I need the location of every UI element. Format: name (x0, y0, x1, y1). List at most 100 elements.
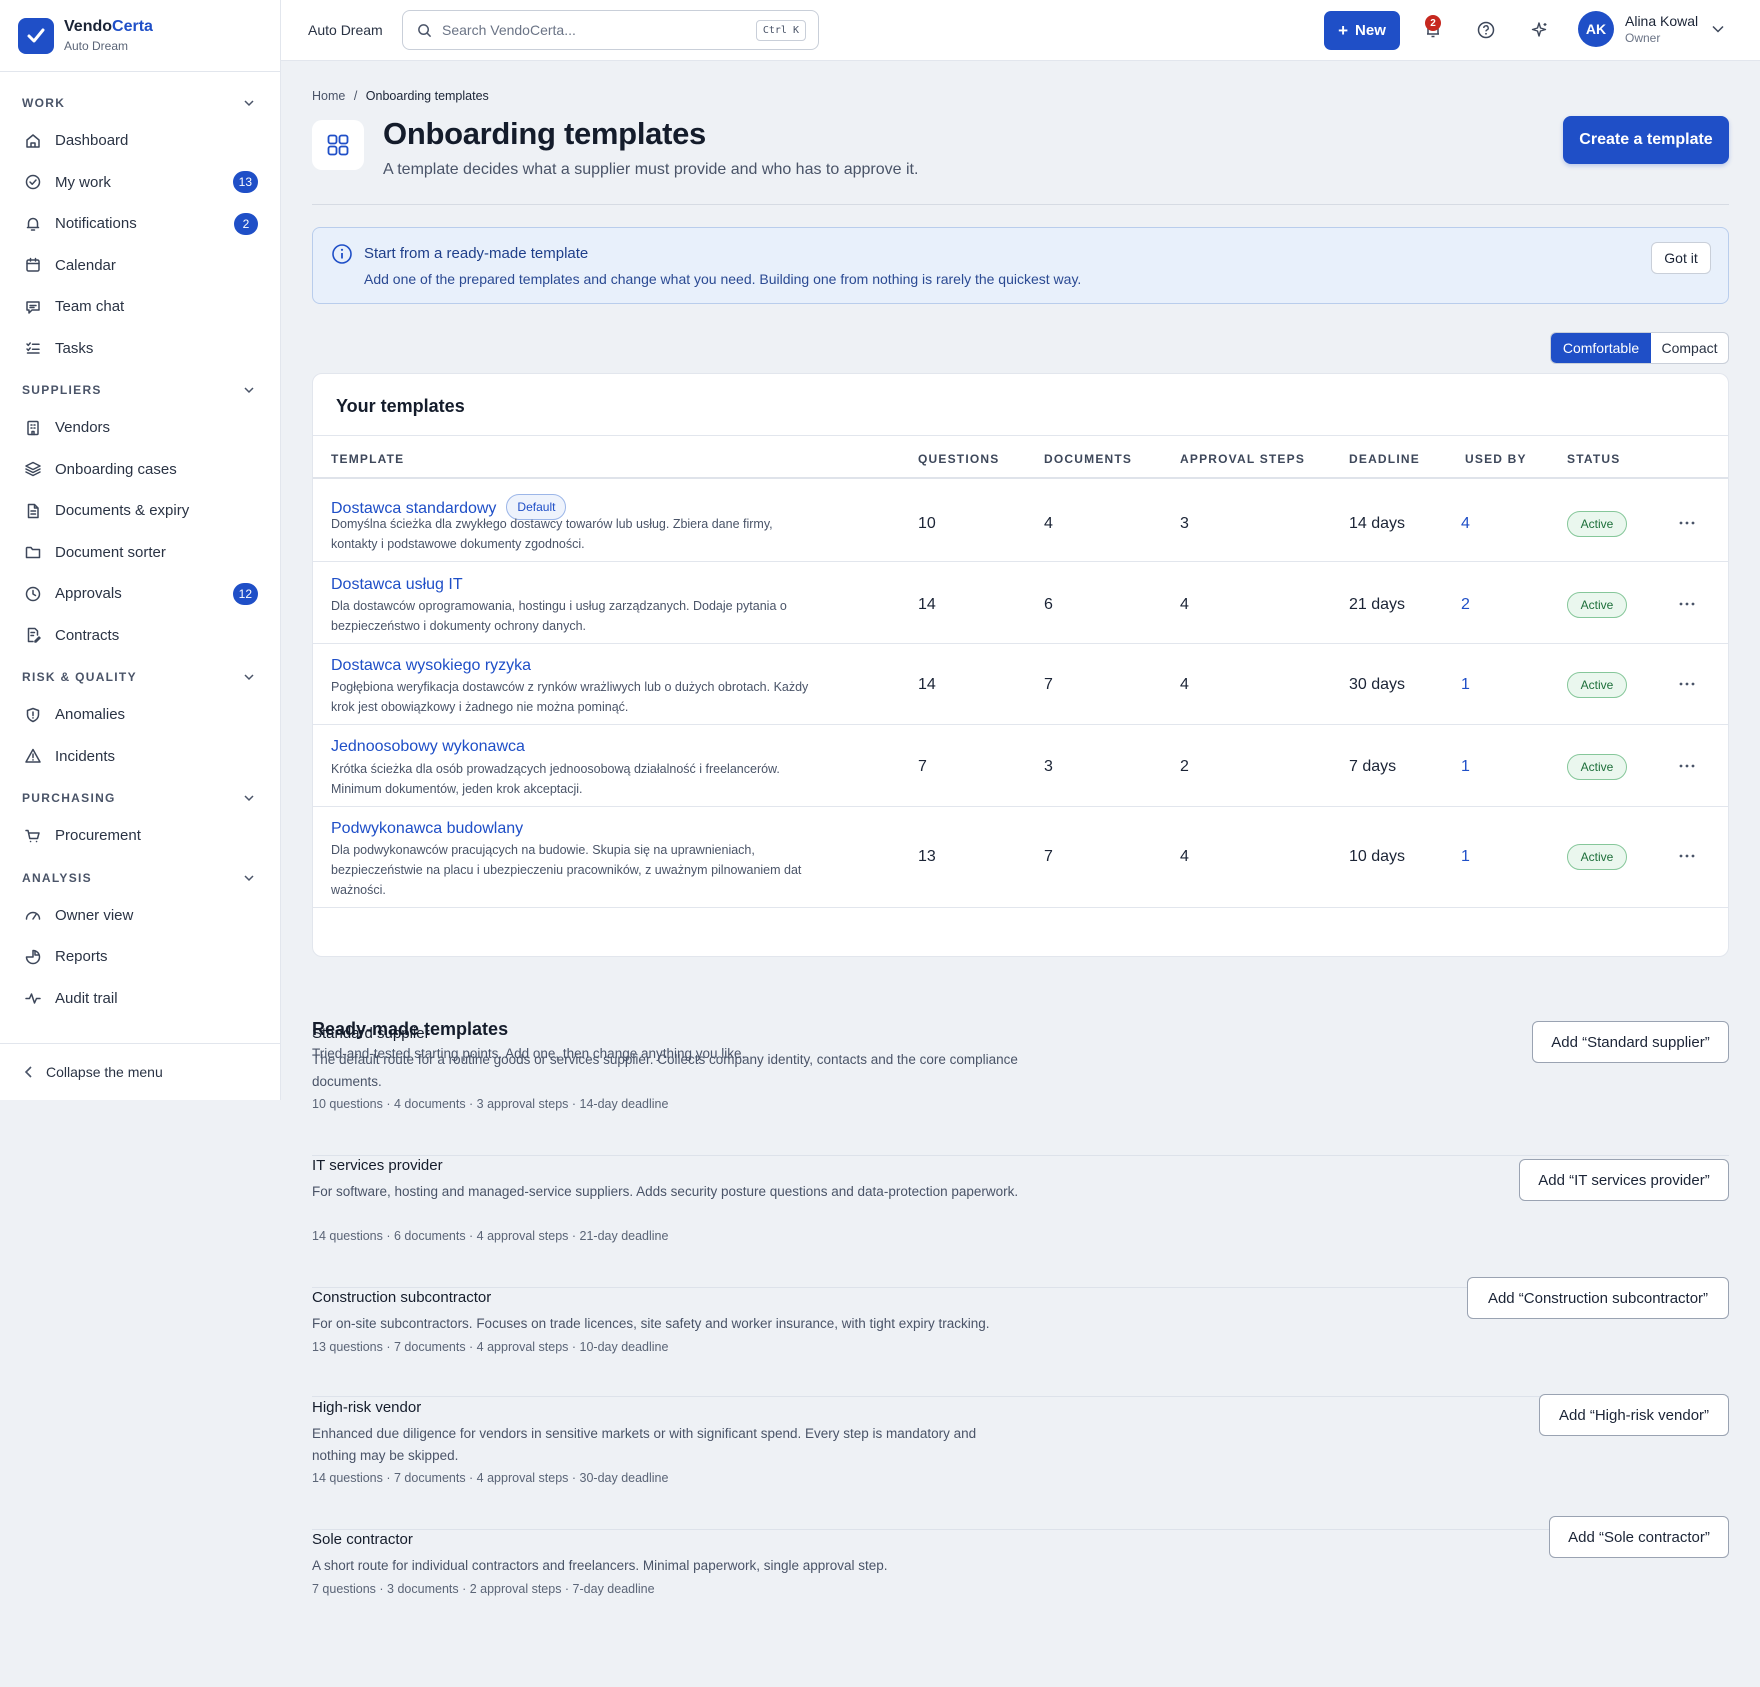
nav-group-work[interactable]: WORK (0, 86, 280, 120)
add-ready-template-button[interactable]: Add “Sole contractor” (1549, 1516, 1729, 1558)
deadline-value: 21 days (1349, 596, 1406, 613)
nav-group-risk-and-quality[interactable]: RISK & QUALITY (0, 660, 280, 694)
used-by-link[interactable]: 1 (1461, 848, 1470, 866)
org-switcher[interactable]: Auto Dream (308, 22, 402, 38)
chat-icon (26, 301, 40, 314)
nav-group-label: WORK (22, 96, 66, 110)
density-comfortable-button[interactable]: Comfortable (1551, 333, 1651, 363)
nav-group-suppliers[interactable]: SUPPLIERS (0, 373, 280, 407)
table-row[interactable]: Jednoosobowy wykonawca Krótka ścieżka dla… (313, 726, 1728, 807)
row-actions-button[interactable] (1675, 676, 1699, 692)
used-by-link[interactable]: 1 (1461, 758, 1470, 776)
used-by-link[interactable]: 1 (1461, 676, 1470, 694)
chevron-down-icon (244, 100, 254, 107)
sidebar-item-owner-view[interactable]: Owner view (0, 895, 280, 937)
sidebar-item-notifications[interactable]: Notifications 2 (0, 203, 280, 245)
user-name: Alina Kowal (1625, 13, 1699, 29)
user-menu[interactable]: AK Alina Kowal Owner (1578, 11, 1724, 47)
sidebar-item-document-sorter[interactable]: Document sorter (0, 532, 280, 574)
sidebar-item-reports[interactable]: Reports (0, 936, 280, 978)
questions-count: 7 (918, 758, 927, 775)
table-row[interactable]: Dostawca wysokiego ryzyka Pogłębiona wery… (313, 645, 1728, 725)
brand[interactable]: VendoCerta Auto Dream (0, 0, 280, 72)
sidebar-item-procurement[interactable]: Procurement (0, 815, 280, 857)
approval-steps-count: 2 (1180, 758, 1189, 775)
sidebar-item-anomalies[interactable]: Anomalies (0, 694, 280, 736)
add-ready-template-button[interactable]: Add “High-risk vendor” (1539, 1394, 1729, 1436)
col-deadline[interactable]: DEADLINE (1349, 452, 1420, 466)
sidebar-item-calendar[interactable]: Calendar (0, 245, 280, 287)
add-ready-template-button[interactable]: Add “Standard supplier” (1532, 1021, 1729, 1063)
folder-icon (25, 547, 41, 559)
row-actions-button[interactable] (1675, 596, 1699, 612)
template-name-link[interactable]: Podwykonawca budowlany (331, 820, 523, 838)
approval-steps-count: 4 (1180, 676, 1189, 693)
layers-icon (25, 462, 41, 477)
sidebar-item-contracts[interactable]: Contracts (0, 615, 280, 657)
sidebar-item-team-chat[interactable]: Team chat (0, 286, 280, 328)
table-row[interactable]: Dostawca standardowy Default Domyślna ście… (313, 481, 1728, 562)
sidebar-item-audit-trail[interactable]: Audit trail (0, 978, 280, 1020)
calendar-icon (26, 258, 40, 272)
info-icon (332, 244, 352, 264)
deadline-value: 30 days (1349, 676, 1406, 693)
info-banner-text: Add one of the prepared templates and ch… (364, 271, 1082, 287)
nav-group-analysis[interactable]: ANALYSIS (0, 861, 280, 895)
add-ready-template-button[interactable]: Add “IT services provider” (1519, 1159, 1729, 1201)
ready-template-stats: 7 questions · 3 documents · 2 approval s… (312, 1582, 655, 1596)
template-name-link[interactable]: Jednoosobowy wykonawca (331, 738, 525, 756)
add-ready-template-button[interactable]: Add “Construction subcontractor” (1467, 1277, 1729, 1319)
sidebar-item-vendors[interactable]: Vendors (0, 407, 280, 449)
col-approval-steps[interactable]: APPROVAL STEPS (1180, 452, 1305, 466)
sidebar-item-documents-and-expiry[interactable]: Documents & expiry (0, 490, 280, 532)
sidebar-item-tasks[interactable]: Tasks (0, 328, 280, 370)
template-name-link[interactable]: Dostawca wysokiego ryzyka (331, 657, 531, 675)
document-icon (27, 503, 39, 518)
sidebar-item-onboarding-cases[interactable]: Onboarding cases (0, 449, 280, 491)
row-actions-button[interactable] (1675, 758, 1699, 774)
dismiss-banner-button[interactable]: Got it (1651, 242, 1711, 274)
sidebar-item-label: Owner view (55, 906, 134, 924)
collapse-menu-button[interactable]: Collapse the menu (0, 1043, 280, 1100)
ready-template-stats: 14 questions · 7 documents · 4 approval … (312, 1471, 669, 1485)
logo-icon (18, 17, 54, 54)
pie-icon (25, 949, 41, 964)
col-status[interactable]: STATUS (1567, 452, 1620, 466)
col-template[interactable]: TEMPLATE (331, 452, 404, 466)
col-questions[interactable]: QUESTIONS (918, 452, 999, 466)
new-button[interactable]: + New (1324, 11, 1400, 50)
used-by-link[interactable]: 2 (1461, 596, 1470, 614)
help-button[interactable] (1474, 18, 1498, 42)
sidebar-item-dashboard[interactable]: Dashboard (0, 120, 280, 162)
template-description: Pogłębiona weryfikacja dostawców z rynkó… (331, 680, 809, 714)
breadcrumb-current: Onboarding templates (365, 89, 489, 103)
sidebar-item-label: Vendors (55, 419, 111, 437)
table-row[interactable]: Dostawca usług IT Dla dostawców oprogramo… (313, 563, 1728, 644)
sidebar-item-label: Onboarding cases (55, 460, 177, 478)
ready-template-description: The default route for a routine goods or… (312, 1052, 1018, 1089)
ready-template-name: IT services provider (312, 1157, 443, 1174)
sidebar-item-my-work[interactable]: My work 13 (0, 162, 280, 204)
search-shortcut: Ctrl K (755, 19, 806, 41)
row-actions-button[interactable] (1675, 515, 1699, 531)
chevron-down-icon (1712, 25, 1724, 33)
more-icon (1679, 521, 1695, 525)
nav-group-purchasing[interactable]: PURCHASING (0, 781, 280, 815)
template-description: Dla podwykonawców pracujących na budowie… (331, 843, 802, 897)
sidebar-item-approvals[interactable]: Approvals 12 (0, 573, 280, 615)
breadcrumb-home[interactable]: Home (312, 89, 345, 103)
density-compact-button[interactable]: Compact (1651, 333, 1728, 363)
col-used-by[interactable]: USED BY (1465, 452, 1527, 466)
create-template-button[interactable]: Create a template (1563, 116, 1729, 164)
sidebar-item-label: Team chat (55, 298, 125, 316)
col-documents[interactable]: DOCUMENTS (1044, 452, 1132, 466)
search-input[interactable]: Search VendoCerta... Ctrl K (402, 10, 819, 50)
table-row[interactable]: Podwykonawca budowlany Dla podwykonawców … (313, 808, 1728, 908)
assistant-button[interactable] (1528, 18, 1552, 42)
sidebar-item-incidents[interactable]: Incidents (0, 736, 280, 778)
template-name-link[interactable]: Dostawca usług IT (331, 576, 463, 594)
used-by-link[interactable]: 4 (1461, 515, 1470, 533)
row-actions-button[interactable] (1675, 848, 1699, 864)
sidebar-nav: WORK Dashboard My work 13 Notifications 2 Cale… (0, 72, 280, 1023)
sidebar-item-label: Approvals (55, 585, 122, 603)
